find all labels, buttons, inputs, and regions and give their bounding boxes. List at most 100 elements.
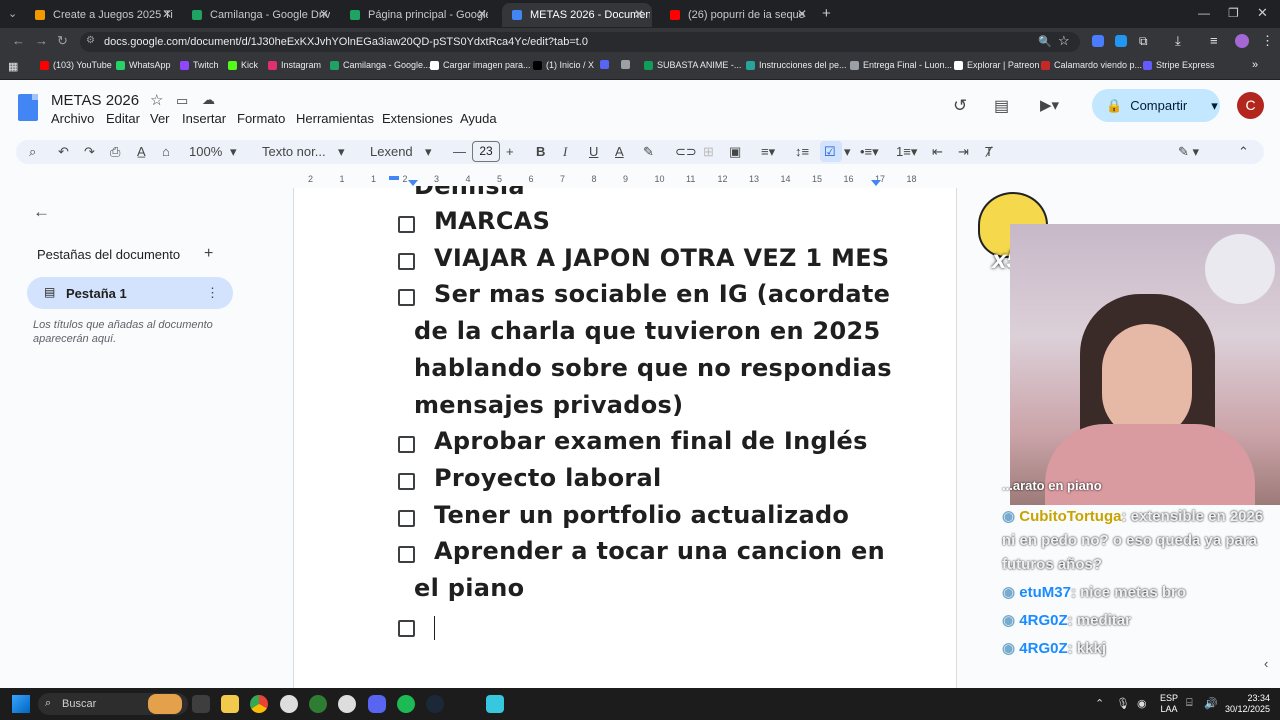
browser-menu-icon[interactable]: ⋮ (1261, 33, 1274, 49)
discord-icon[interactable] (368, 695, 386, 713)
paint-format-icon[interactable]: ⌂ (162, 144, 170, 159)
bookmark-item[interactable] (621, 60, 634, 69)
menu-item[interactable]: Insertar (182, 111, 226, 126)
browser-tab[interactable]: Camilanga - Google Drive ✕ (182, 3, 337, 27)
bookmark-item[interactable]: WhatsApp (116, 60, 171, 70)
notepad-icon[interactable] (486, 695, 504, 713)
increase-indent-icon[interactable]: ⇥ (958, 144, 969, 160)
chat-username[interactable]: 4RG0Z (1019, 640, 1067, 657)
version-history-icon[interactable]: ↺ (953, 96, 967, 116)
checkbox[interactable] (398, 472, 415, 490)
align-icon[interactable]: ≡▾ (761, 144, 775, 160)
language-indicator[interactable]: ESP LAA (1160, 693, 1178, 715)
bookmark-item[interactable]: Stripe Express (1143, 60, 1215, 70)
account-avatar[interactable]: C (1237, 92, 1264, 119)
move-folder-icon[interactable]: ▭ (176, 93, 188, 109)
font-select[interactable]: Lexend (370, 144, 413, 159)
collapse-menus-icon[interactable]: ⌃ (1238, 144, 1249, 160)
app-icon[interactable] (309, 695, 327, 713)
zoom-icon[interactable]: 🔍 (1038, 35, 1052, 48)
document-title[interactable]: METAS 2026 (51, 92, 139, 109)
menu-item[interactable]: Extensiones (382, 111, 453, 126)
app-icon[interactable] (338, 695, 356, 713)
browser-tab[interactable]: Create a Juegos 2025 Tier List -✕ (25, 3, 180, 27)
checkbox[interactable] (398, 436, 415, 454)
font-size-input[interactable]: 23 (472, 141, 500, 162)
extension-icon[interactable] (1092, 35, 1104, 47)
checkbox[interactable] (398, 289, 415, 307)
text-color-icon[interactable]: A (615, 144, 624, 159)
add-comment-icon[interactable]: ⊞ (703, 144, 714, 160)
volume-icon[interactable]: 🔊 (1204, 697, 1218, 710)
microphone-icon[interactable]: 🎙 (1116, 697, 1130, 710)
print-icon[interactable]: ⎙ (110, 144, 120, 160)
zoom-select[interactable]: 100% (189, 144, 222, 159)
insert-image-icon[interactable]: ▣ (729, 144, 741, 160)
decrease-indent-icon[interactable]: ⇤ (932, 144, 943, 160)
bookmarks-overflow-icon[interactable]: » (1252, 59, 1258, 71)
close-tab-icon[interactable]: ✕ (634, 7, 644, 21)
chat-username[interactable]: 4RG0Z (1019, 612, 1067, 629)
numbered-list-icon[interactable]: 1≡▾ (896, 144, 917, 160)
minimize-button[interactable]: — (1198, 6, 1210, 20)
clear-formatting-icon[interactable]: Ⱦ (985, 144, 993, 159)
bookmark-item[interactable]: Camilanga - Google... (330, 60, 431, 70)
chevron-down-icon[interactable]: ▾ (425, 144, 432, 160)
style-select[interactable]: Texto nor... (262, 144, 326, 159)
bold-icon[interactable]: B (536, 144, 545, 159)
clock[interactable]: 23:34 30/12/2025 (1222, 693, 1270, 715)
media-icon[interactable]: ≡ (1210, 33, 1218, 48)
chrome-icon[interactable] (250, 695, 268, 713)
editing-mode-icon[interactable]: ✎ ▾ (1178, 144, 1199, 160)
site-info-icon[interactable]: ⚙ (86, 35, 95, 46)
browser-tab[interactable]: METAS 2026 - Documentos de✕ (502, 3, 652, 27)
start-icon[interactable] (12, 695, 30, 713)
new-tab-button[interactable]: + (822, 5, 831, 22)
checkbox[interactable] (398, 619, 415, 637)
redo-icon[interactable]: ↷ (84, 144, 95, 160)
chevron-down-icon[interactable]: ▾ (230, 144, 237, 160)
bookmark-item[interactable]: Twitch (180, 60, 219, 70)
tab-pestana-1[interactable] (27, 277, 233, 309)
bookmark-item[interactable]: Instagram (268, 60, 321, 70)
add-tab-icon[interactable]: + (204, 245, 213, 263)
steam-icon[interactable] (426, 695, 444, 713)
close-tab-icon[interactable]: ✕ (162, 7, 172, 21)
bookmark-item[interactable]: SUBASTA ANIME -... (644, 60, 741, 70)
bookmark-item[interactable]: Calamardo viendo p... (1041, 60, 1142, 70)
highlight-icon[interactable]: ✎ (643, 144, 654, 160)
cloud-saved-icon[interactable]: ☁ (202, 92, 215, 108)
checkbox[interactable] (398, 546, 415, 564)
apps-grid-icon[interactable]: ▦ (8, 60, 18, 73)
close-tab-icon[interactable]: ✕ (319, 7, 329, 21)
extension-icon[interactable] (1115, 35, 1127, 47)
back-arrow-icon[interactable]: ← (33, 202, 50, 222)
checkbox[interactable] (398, 216, 415, 233)
reload-icon[interactable]: ↻ (57, 33, 68, 49)
close-tab-icon[interactable]: ✕ (797, 7, 807, 21)
url-input[interactable]: docs.google.com/document/d/1J30heExKXJvh… (80, 32, 1080, 52)
app-tray-icon[interactable]: ◉ (1137, 697, 1147, 710)
increase-font-icon[interactable]: + (506, 144, 514, 159)
maximize-button[interactable]: ❐ (1228, 6, 1239, 20)
meet-icon[interactable]: ▶▾ (1040, 96, 1059, 114)
checkbox[interactable] (398, 509, 415, 527)
star-icon[interactable]: ☆ (150, 91, 163, 109)
browser-tab[interactable]: Página principal - Google Drive✕ (340, 3, 495, 27)
forward-icon[interactable]: → (35, 33, 48, 48)
menu-item[interactable]: Herramientas (296, 111, 374, 126)
italic-icon[interactable]: I (563, 144, 567, 160)
checkbox[interactable] (398, 252, 415, 270)
chevron-down-icon[interactable]: ▾ (338, 144, 345, 160)
bookmark-item[interactable]: Kick (228, 60, 258, 70)
chat-username[interactable]: CubitoTortuga (1019, 508, 1121, 525)
chevron-down-icon[interactable]: ▾ (1211, 98, 1218, 114)
right-indent-handle[interactable] (871, 180, 881, 186)
menu-item[interactable]: Editar (106, 111, 140, 126)
spotify-icon[interactable] (397, 695, 415, 713)
menu-item[interactable]: Ver (150, 111, 170, 126)
browser-tab[interactable]: (26) popurri de ia seque un ric✕ (660, 3, 815, 27)
link-icon[interactable]: ⊂⊃ (675, 144, 697, 160)
bookmark-item[interactable]: Cargar imagen para... (430, 60, 531, 70)
spellcheck-icon[interactable]: A̲ (137, 144, 146, 159)
